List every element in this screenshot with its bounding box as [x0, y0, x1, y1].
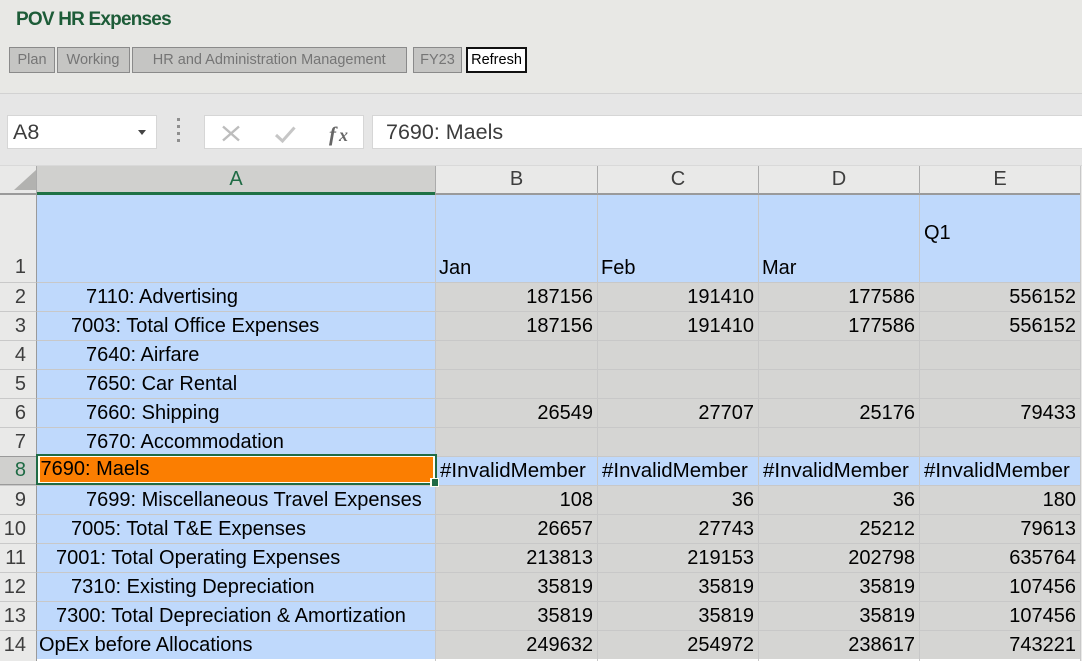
- svg-text:x: x: [338, 125, 348, 145]
- svg-text:f: f: [329, 122, 338, 146]
